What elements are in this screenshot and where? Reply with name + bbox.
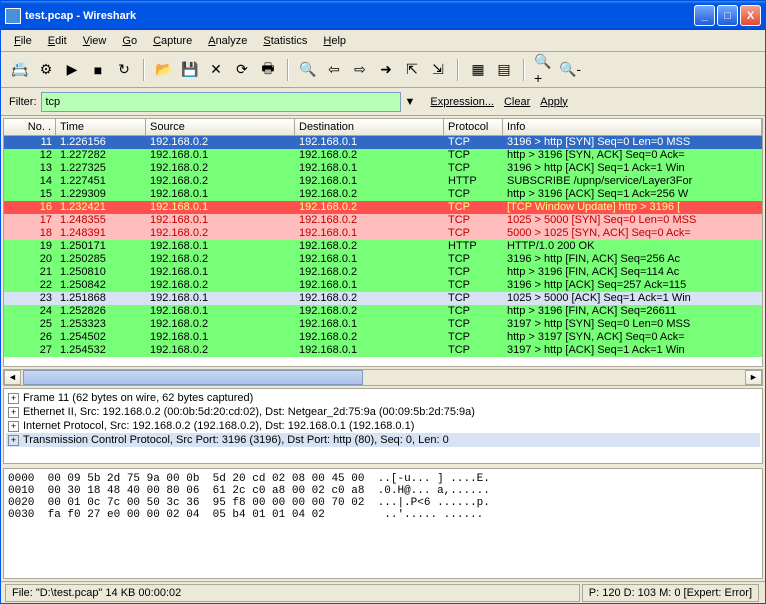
clear-button[interactable]: Clear	[501, 96, 533, 108]
print-icon[interactable]: 🖶	[257, 59, 279, 81]
close-button[interactable]: X	[740, 5, 761, 26]
packet-row[interactable]: 211.250810192.168.0.1192.168.0.2TCPhttp …	[4, 266, 762, 279]
autoscroll-icon[interactable]: ▤	[493, 59, 515, 81]
save-icon[interactable]: 💾	[179, 59, 201, 81]
close-file-icon[interactable]: ✕	[205, 59, 227, 81]
menu-edit[interactable]: Edit	[41, 33, 74, 49]
filterbar: Filter: tcp ▼ Expression... Clear Apply	[1, 88, 765, 116]
col-source[interactable]: Source	[146, 119, 295, 135]
apply-button[interactable]: Apply	[537, 96, 571, 108]
find-icon[interactable]: 🔍	[297, 59, 319, 81]
packet-row[interactable]: 241.252826192.168.0.1192.168.0.2TCPhttp …	[4, 305, 762, 318]
back-icon[interactable]: ⇦	[323, 59, 345, 81]
menu-go[interactable]: Go	[115, 33, 144, 49]
main-window: test.pcap - Wireshark _ □ X File Edit Vi…	[0, 0, 766, 604]
expression-button[interactable]: Expression...	[427, 96, 497, 108]
first-icon[interactable]: ⇱	[401, 59, 423, 81]
col-destination[interactable]: Destination	[295, 119, 444, 135]
packet-row[interactable]: 271.254532192.168.0.2192.168.0.1TCP3197 …	[4, 344, 762, 357]
expand-icon[interactable]: +	[8, 393, 19, 404]
statusbar: File: "D:\test.pcap" 14 KB 00:00:02 P: 1…	[1, 581, 765, 603]
reload-icon[interactable]: ⟳	[231, 59, 253, 81]
packet-row[interactable]: 151.229309192.168.0.1192.168.0.2TCPhttp …	[4, 188, 762, 201]
scroll-right-icon[interactable]: ►	[745, 370, 762, 385]
stop-capture-icon[interactable]: ■	[87, 59, 109, 81]
packet-body[interactable]: 111.226156192.168.0.2192.168.0.1TCP3196 …	[4, 136, 762, 366]
packet-details[interactable]: +Frame 11 (62 bytes on wire, 62 bytes ca…	[3, 388, 763, 464]
menu-capture[interactable]: Capture	[146, 33, 199, 49]
restart-icon[interactable]: ↻	[113, 59, 135, 81]
status-file: File: "D:\test.pcap" 14 KB 00:00:02	[5, 584, 580, 602]
scroll-thumb[interactable]	[23, 370, 363, 385]
menu-statistics[interactable]: Statistics	[256, 33, 314, 49]
packet-row[interactable]: 161.232421192.168.0.1192.168.0.2TCP[TCP …	[4, 201, 762, 214]
packet-row[interactable]: 231.251868192.168.0.1192.168.0.2TCP1025 …	[4, 292, 762, 305]
col-protocol[interactable]: Protocol	[444, 119, 503, 135]
titlebar[interactable]: test.pcap - Wireshark _ □ X	[1, 1, 765, 30]
filter-dropdown-icon[interactable]: ▼	[405, 96, 416, 108]
colorize-icon[interactable]: ▦	[467, 59, 489, 81]
filter-label: Filter:	[9, 96, 37, 108]
zoom-in-icon[interactable]: 🔍+	[533, 59, 555, 81]
menu-file[interactable]: File	[7, 33, 39, 49]
last-icon[interactable]: ⇲	[427, 59, 449, 81]
tree-tcp[interactable]: +Transmission Control Protocol, Src Port…	[6, 433, 760, 447]
start-capture-icon[interactable]: ▶	[61, 59, 83, 81]
packet-row[interactable]: 201.250285192.168.0.2192.168.0.1TCP3196 …	[4, 253, 762, 266]
options-icon[interactable]: ⚙	[35, 59, 57, 81]
menubar: File Edit View Go Capture Analyze Statis…	[1, 30, 765, 52]
status-stats: P: 120 D: 103 M: 0 [Expert: Error]	[582, 584, 759, 602]
expand-icon[interactable]: +	[8, 421, 19, 432]
packet-row[interactable]: 131.227325192.168.0.2192.168.0.1TCP3196 …	[4, 162, 762, 175]
interfaces-icon[interactable]: 📇	[9, 59, 31, 81]
tree-ethernet[interactable]: +Ethernet II, Src: 192.168.0.2 (00:0b:5d…	[6, 405, 760, 419]
col-time[interactable]: Time	[56, 119, 146, 135]
menu-help[interactable]: Help	[316, 33, 353, 49]
goto-icon[interactable]: ➜	[375, 59, 397, 81]
menu-view[interactable]: View	[76, 33, 114, 49]
packet-row[interactable]: 141.227451192.168.0.2192.168.0.1HTTPSUBS…	[4, 175, 762, 188]
scroll-left-icon[interactable]: ◄	[4, 370, 21, 385]
col-no[interactable]: No. .	[4, 119, 56, 135]
expand-icon[interactable]: +	[8, 407, 19, 418]
toolbar: 📇 ⚙ ▶ ■ ↻ 📂 💾 ✕ ⟳ 🖶 🔍 ⇦ ⇨ ➜ ⇱ ⇲ ▦ ▤ 🔍+ 🔍…	[1, 52, 765, 88]
hex-dump[interactable]: 0000 00 09 5b 2d 75 9a 00 0b 5d 20 cd 02…	[3, 468, 763, 579]
forward-icon[interactable]: ⇨	[349, 59, 371, 81]
col-info[interactable]: Info	[503, 119, 762, 135]
packet-row[interactable]: 171.248355192.168.0.1192.168.0.2TCP1025 …	[4, 214, 762, 227]
maximize-button[interactable]: □	[717, 5, 738, 26]
packet-row[interactable]: 221.250842192.168.0.2192.168.0.1TCP3196 …	[4, 279, 762, 292]
open-icon[interactable]: 📂	[153, 59, 175, 81]
packet-row[interactable]: 261.254502192.168.0.1192.168.0.2TCPhttp …	[4, 331, 762, 344]
window-title: test.pcap - Wireshark	[25, 10, 694, 22]
packet-row[interactable]: 191.250171192.168.0.1192.168.0.2HTTPHTTP…	[4, 240, 762, 253]
packet-row[interactable]: 121.227282192.168.0.1192.168.0.2TCPhttp …	[4, 149, 762, 162]
hscroll[interactable]: ◄ ►	[3, 369, 763, 386]
filter-input[interactable]: tcp	[41, 92, 401, 112]
packet-row[interactable]: 181.248391192.168.0.2192.168.0.1TCP5000 …	[4, 227, 762, 240]
tree-ip[interactable]: +Internet Protocol, Src: 192.168.0.2 (19…	[6, 419, 760, 433]
app-icon	[5, 8, 21, 24]
packet-row[interactable]: 251.253323192.168.0.2192.168.0.1TCP3197 …	[4, 318, 762, 331]
minimize-button[interactable]: _	[694, 5, 715, 26]
menu-analyze[interactable]: Analyze	[201, 33, 254, 49]
packet-row[interactable]: 111.226156192.168.0.2192.168.0.1TCP3196 …	[4, 136, 762, 149]
expand-icon[interactable]: +	[8, 435, 19, 446]
packet-header: No. . Time Source Destination Protocol I…	[4, 119, 762, 136]
zoom-out-icon[interactable]: 🔍-	[559, 59, 581, 81]
packet-list: No. . Time Source Destination Protocol I…	[3, 118, 763, 367]
tree-frame[interactable]: +Frame 11 (62 bytes on wire, 62 bytes ca…	[6, 391, 760, 405]
